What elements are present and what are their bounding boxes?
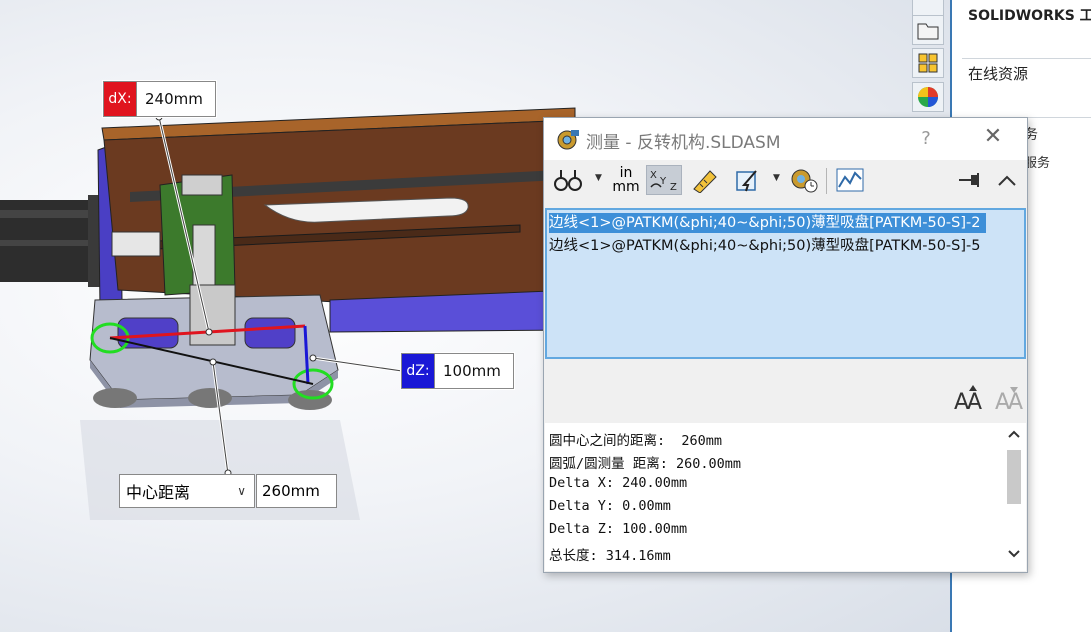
svg-text:A: A (1008, 390, 1023, 413)
result-delta-z: Delta Z: 100.00mm (549, 521, 688, 537)
chevron-down-icon[interactable]: ▼ (773, 173, 780, 183)
collapse-chevron-icon[interactable] (993, 165, 1021, 195)
chevron-down-icon: ∨ (237, 484, 246, 498)
center-leader-anchor (209, 358, 217, 366)
measure-tool-icon (557, 130, 579, 150)
scroll-up-icon[interactable] (1003, 428, 1025, 444)
svg-text:A: A (967, 390, 982, 413)
result-total-length: 总长度: 314.16mm (549, 548, 671, 564)
measure-dialog[interactable]: 测量 - 反转机构.SLDASM ? ✕ ▼ in mm XYZ ▼ 边线<1>… (543, 117, 1028, 573)
folder-icon[interactable] (912, 15, 944, 45)
units-top: in (619, 165, 633, 181)
center-distance-value: 260mm (256, 474, 337, 508)
mount-block (189, 284, 236, 346)
create-sensor-icon[interactable] (834, 165, 866, 195)
coupling (181, 174, 223, 196)
divider (962, 58, 1091, 59)
dialog-titlebar[interactable]: 测量 - 反转机构.SLDASM ? ✕ (544, 118, 1027, 160)
dz-leader-anchor (309, 354, 317, 362)
suction-cup (188, 388, 232, 408)
list-item[interactable]: 边线<1>@PATKM(&phi;40~&phi;50)薄型吸盘[PATKM-5… (549, 213, 987, 233)
design-library-icon[interactable] (912, 48, 944, 78)
motor-rib (0, 210, 95, 218)
measure-type-label: 中心距离 (126, 483, 191, 502)
home-icon[interactable] (912, 0, 944, 16)
dx-value: 240mm (136, 82, 215, 116)
results-scrollbar[interactable] (1003, 426, 1025, 568)
motor-coupler (111, 231, 161, 257)
keep-visible-pin-icon[interactable] (954, 165, 986, 195)
dz-tag: dZ: (402, 354, 434, 388)
arc-circle-measure-icon[interactable] (552, 165, 584, 195)
result-delta-y: Delta Y: 0.00mm (549, 498, 671, 514)
dz-callout[interactable]: dZ: 100mm (401, 353, 514, 389)
units-precision-icon[interactable]: in mm (610, 165, 642, 195)
dx-tag: dX: (104, 82, 136, 116)
increase-font-icon[interactable]: AA (954, 383, 984, 419)
list-item[interactable]: 边线<1>@PATKM(&phi;40~&phi;50)薄型吸盘[PATKM-5… (549, 236, 986, 256)
help-button[interactable]: ? (916, 128, 936, 149)
scroll-down-icon[interactable] (1003, 548, 1025, 564)
close-button[interactable]: ✕ (980, 124, 1006, 149)
plate-cutout (244, 317, 296, 349)
chevron-down-icon[interactable]: ▼ (595, 173, 602, 183)
dz-value: 100mm (434, 354, 513, 388)
toolbar-separator (826, 168, 827, 194)
result-delta-x: Delta X: 240.00mm (549, 475, 688, 491)
appearance-icon[interactable] (912, 82, 944, 112)
dx-leader-anchor (205, 328, 213, 336)
svg-text:Z: Z (670, 182, 677, 193)
units-bottom: mm (612, 179, 640, 195)
suction-cup (93, 388, 137, 408)
selected-entities-list[interactable]: 边线<1>@PATKM(&phi;40~&phi;50)薄型吸盘[PATKM-5… (545, 208, 1026, 359)
result-arc-distance: 圆弧/圆测量 距离: 260.00mm (549, 456, 742, 472)
result-center-distance: 圆中心之间的距离: 260mm (549, 433, 723, 449)
dialog-title: 测量 - 反转机构.SLDASM (586, 133, 781, 153)
online-resources-link[interactable]: 在线资源 (968, 63, 1028, 84)
scroll-thumb[interactable] (1007, 450, 1021, 504)
motor-rib (0, 240, 95, 246)
point-to-point-icon[interactable] (688, 165, 720, 195)
projected-on-icon[interactable] (732, 165, 764, 195)
measurement-history-icon[interactable] (788, 165, 820, 195)
solidworks-resources-title: SOLIDWORKS 工 (968, 8, 1091, 24)
dx-callout[interactable]: dX: 240mm (103, 81, 216, 117)
show-xyz-icon[interactable]: XYZ (646, 165, 682, 195)
svg-text:X: X (650, 170, 657, 181)
measure-results-panel[interactable]: 圆中心之间的距离: 260mm 圆弧/圆测量 距离: 260.00mm Delt… (545, 423, 1026, 571)
measure-type-dropdown[interactable]: 中心距离 ∨ (119, 474, 255, 508)
decrease-font-icon[interactable]: AA (995, 383, 1025, 419)
measure-toolbar: ▼ in mm XYZ ▼ (544, 160, 1027, 200)
